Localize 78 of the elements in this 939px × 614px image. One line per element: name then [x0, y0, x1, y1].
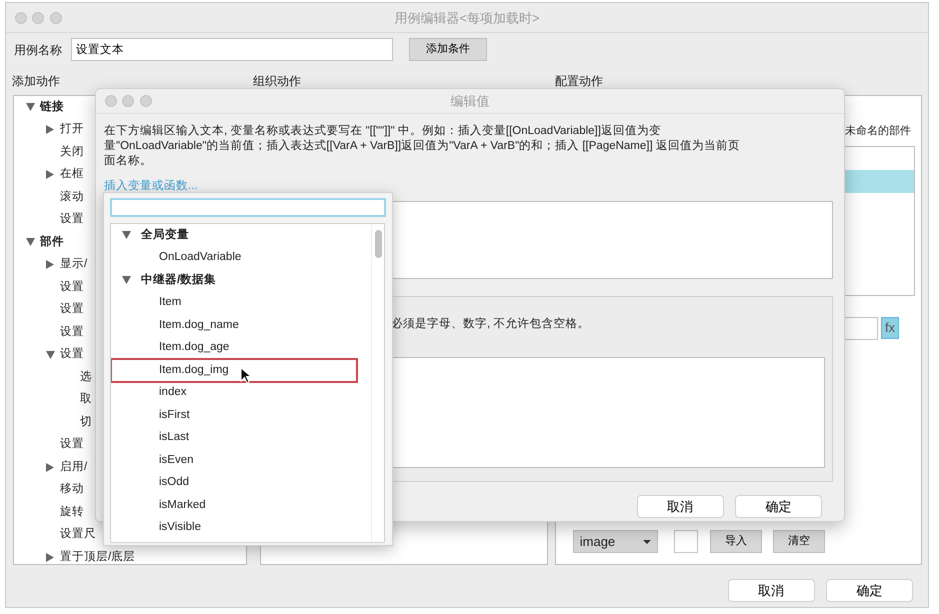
variable-item[interactable]: index	[111, 382, 357, 404]
tree-item[interactable]: 选	[80, 368, 92, 386]
clear-button[interactable]: 清空	[773, 530, 825, 553]
variable-item[interactable]: isEven	[111, 449, 357, 472]
caret-right-icon[interactable]	[46, 260, 54, 270]
variable-item[interactable]: Item.dog_img	[111, 359, 357, 382]
variable-group[interactable]: 全局变量	[141, 226, 189, 244]
variable-item[interactable]: isMarked	[111, 494, 357, 516]
tree-item[interactable]: 设置	[60, 346, 84, 364]
caret-down-icon[interactable]	[46, 350, 54, 359]
select-value: image	[580, 532, 616, 551]
tree-item[interactable]: 在框	[60, 166, 84, 184]
tree-item[interactable]: 设置	[60, 436, 84, 454]
variable-item[interactable]: isFirst	[111, 404, 357, 426]
value-field[interactable]	[842, 316, 878, 340]
ok-button[interactable]: 确定	[826, 579, 913, 602]
tree-item[interactable]: 切	[80, 414, 92, 431]
window-control[interactable]	[14, 12, 27, 24]
variable-item[interactable]: isLast	[111, 426, 357, 449]
tree-item[interactable]: 显示/	[60, 256, 88, 274]
dialog-title: 编辑值	[450, 92, 490, 110]
section-heading: 配置动作	[555, 73, 604, 88]
tree-item[interactable]: 链接	[40, 98, 64, 116]
caret-right-icon[interactable]	[46, 125, 54, 134]
tree-item[interactable]: 部件	[40, 234, 64, 251]
import-button[interactable]: 导入	[710, 530, 762, 553]
tree-item[interactable]: 设置	[60, 278, 84, 296]
caret-down-icon[interactable]	[26, 103, 34, 112]
window-control[interactable]	[140, 95, 152, 107]
tree-item[interactable]: 启用/	[60, 458, 88, 476]
caret-right-icon[interactable]	[46, 462, 54, 472]
section-heading: 组织动作	[253, 73, 302, 88]
caret-down-icon	[643, 540, 652, 544]
variable-item[interactable]: Item.dog_age	[111, 336, 357, 359]
caret-down-icon[interactable]	[122, 231, 130, 240]
tree-item[interactable]: 设置尺	[60, 526, 96, 544]
tree-item[interactable]: 关闭	[60, 144, 84, 161]
fx-button[interactable]: fx	[881, 316, 899, 338]
value-editor[interactable]	[391, 356, 825, 468]
tree-item[interactable]: 取	[80, 391, 92, 408]
tree-item[interactable]: 设置	[60, 211, 84, 228]
instructions-text: 在下方编辑区输入文本, 变量名称或表达式要写在 "[[""]]" 中。例如：插入变量[[OnLoadVariable]]返回值为变量"OnLoadVariable"的当前值；插入表达式[[VarA + VarB]]返回值为"VarA + VarB"的和；插入 [[PageName]] 返回值为当前页面名称。	[103, 123, 741, 169]
caret-down-icon[interactable]	[26, 238, 34, 246]
tree-item[interactable]: 滚动	[60, 188, 84, 206]
tree-item[interactable]: 设置	[60, 301, 84, 318]
section-heading: 添加动作	[11, 73, 61, 88]
tree-item[interactable]: 打开	[60, 121, 84, 138]
name-field[interactable]: 设置文本	[71, 38, 393, 61]
search-field[interactable]	[110, 198, 386, 217]
tree-item[interactable]: 置于顶层/底层	[60, 548, 136, 564]
variable-item[interactable]: Item	[111, 292, 357, 314]
variable-item[interactable]: OnLoadVariable	[111, 246, 357, 269]
cursor-icon	[240, 367, 252, 384]
window-control[interactable]	[50, 12, 62, 24]
ok-button[interactable]: 确定	[735, 495, 822, 518]
window-control[interactable]	[104, 95, 117, 107]
cancel-button[interactable]: 取消	[728, 579, 814, 602]
color-swatch[interactable]	[674, 530, 698, 553]
tree-item[interactable]: 移动	[60, 481, 84, 498]
widget-label: 未命名的部件	[845, 124, 912, 139]
window-control[interactable]	[122, 95, 134, 107]
scrollbar[interactable]	[371, 224, 384, 542]
caret-right-icon[interactable]	[46, 170, 54, 180]
selected-row[interactable]	[842, 170, 914, 192]
type-select[interactable]: image	[573, 530, 658, 553]
caret-right-icon[interactable]	[46, 552, 54, 562]
tree-item[interactable]: 旋转	[60, 504, 84, 521]
variable-item[interactable]: Item.dog_name	[111, 314, 357, 336]
variable-item[interactable]: isVisible	[111, 516, 357, 539]
add-condition-button[interactable]: 添加条件	[409, 38, 487, 61]
window-title: 用例编辑器<每项加载时>	[394, 8, 540, 27]
caret-down-icon[interactable]	[122, 276, 130, 284]
variable-group[interactable]: 中继器/数据集	[141, 272, 216, 289]
tree-item[interactable]: 设置	[60, 324, 84, 341]
cancel-button[interactable]: 取消	[636, 495, 724, 518]
variable-item[interactable]: isOdd	[111, 472, 357, 494]
window-control[interactable]	[32, 12, 44, 24]
field-label: 用例名称	[14, 42, 63, 58]
